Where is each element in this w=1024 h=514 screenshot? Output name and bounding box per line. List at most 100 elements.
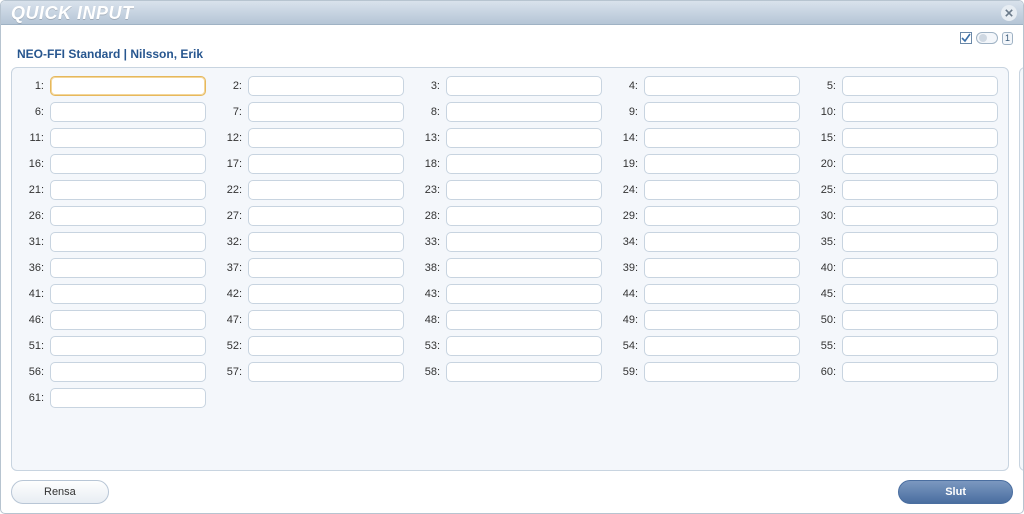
item-input-40[interactable] [842, 258, 998, 278]
item-cell: 14: [616, 128, 800, 148]
item-input-31[interactable] [50, 232, 206, 252]
toggle-switch[interactable] [976, 32, 998, 44]
item-label: 44: [616, 288, 638, 300]
item-input-60[interactable] [842, 362, 998, 382]
item-input-10[interactable] [842, 102, 998, 122]
item-input-16[interactable] [50, 154, 206, 174]
item-input-20[interactable] [842, 154, 998, 174]
item-label: 50: [814, 314, 836, 326]
item-input-50[interactable] [842, 310, 998, 330]
item-cell: 11: [22, 128, 206, 148]
item-input-2[interactable] [248, 76, 404, 96]
item-input-51[interactable] [50, 336, 206, 356]
item-input-27[interactable] [248, 206, 404, 226]
item-input-49[interactable] [644, 310, 800, 330]
item-input-9[interactable] [644, 102, 800, 122]
item-input-41[interactable] [50, 284, 206, 304]
item-input-5[interactable] [842, 76, 998, 96]
item-input-25[interactable] [842, 180, 998, 200]
item-input-35[interactable] [842, 232, 998, 252]
item-input-29[interactable] [644, 206, 800, 226]
item-input-11[interactable] [50, 128, 206, 148]
item-input-14[interactable] [644, 128, 800, 148]
item-input-24[interactable] [644, 180, 800, 200]
item-input-59[interactable] [644, 362, 800, 382]
item-input-43[interactable] [446, 284, 602, 304]
item-cell: 45: [814, 284, 998, 304]
item-input-54[interactable] [644, 336, 800, 356]
item-input-13[interactable] [446, 128, 602, 148]
item-input-42[interactable] [248, 284, 404, 304]
item-input-15[interactable] [842, 128, 998, 148]
item-input-28[interactable] [446, 206, 602, 226]
item-label: 14: [616, 132, 638, 144]
item-input-53[interactable] [446, 336, 602, 356]
item-input-23[interactable] [446, 180, 602, 200]
item-input-44[interactable] [644, 284, 800, 304]
item-input-52[interactable] [248, 336, 404, 356]
item-label: 30: [814, 210, 836, 222]
item-label: 54: [616, 340, 638, 352]
item-cell: 46: [22, 310, 206, 330]
item-cell: 49: [616, 310, 800, 330]
item-label: 7: [220, 106, 242, 118]
item-label: 51: [22, 340, 44, 352]
close-button[interactable] [1001, 5, 1017, 21]
item-label: 23: [418, 184, 440, 196]
item-cell: 22: [220, 180, 404, 200]
item-input-55[interactable] [842, 336, 998, 356]
item-input-39[interactable] [644, 258, 800, 278]
item-input-47[interactable] [248, 310, 404, 330]
item-cell: 24: [616, 180, 800, 200]
item-input-34[interactable] [644, 232, 800, 252]
item-input-21[interactable] [50, 180, 206, 200]
item-label: 25: [814, 184, 836, 196]
item-input-38[interactable] [446, 258, 602, 278]
item-input-33[interactable] [446, 232, 602, 252]
item-input-46[interactable] [50, 310, 206, 330]
item-input-48[interactable] [446, 310, 602, 330]
item-cell: 36: [22, 258, 206, 278]
item-input-12[interactable] [248, 128, 404, 148]
item-input-36[interactable] [50, 258, 206, 278]
item-input-56[interactable] [50, 362, 206, 382]
item-input-1[interactable] [50, 76, 206, 96]
item-cell: 31: [22, 232, 206, 252]
item-cell: 34: [616, 232, 800, 252]
item-label: 20: [814, 158, 836, 170]
item-input-4[interactable] [644, 76, 800, 96]
item-cell: 37: [220, 258, 404, 278]
checkbox-icon[interactable] [960, 32, 972, 44]
item-input-7[interactable] [248, 102, 404, 122]
close-icon [1005, 9, 1013, 17]
item-cell: 29: [616, 206, 800, 226]
item-input-26[interactable] [50, 206, 206, 226]
item-input-57[interactable] [248, 362, 404, 382]
item-cell: 30: [814, 206, 998, 226]
item-cell: 15: [814, 128, 998, 148]
item-input-19[interactable] [644, 154, 800, 174]
item-label: 13: [418, 132, 440, 144]
item-input-45[interactable] [842, 284, 998, 304]
item-cell: 6: [22, 102, 206, 122]
end-button[interactable]: Slut [898, 480, 1013, 504]
item-label: 17: [220, 158, 242, 170]
item-input-61[interactable] [50, 388, 206, 408]
item-input-6[interactable] [50, 102, 206, 122]
details-panel: Deltest Standard, Item 1: Går inte och o… [1019, 67, 1024, 471]
item-input-18[interactable] [446, 154, 602, 174]
item-input-32[interactable] [248, 232, 404, 252]
item-input-17[interactable] [248, 154, 404, 174]
item-input-37[interactable] [248, 258, 404, 278]
item-cell: 43: [418, 284, 602, 304]
item-label: 10: [814, 106, 836, 118]
item-input-58[interactable] [446, 362, 602, 382]
clear-button[interactable]: Rensa [11, 480, 109, 504]
item-label: 38: [418, 262, 440, 274]
form-title: NEO-FFI Standard | Nilsson, Erik [17, 47, 1009, 61]
item-input-22[interactable] [248, 180, 404, 200]
item-input-30[interactable] [842, 206, 998, 226]
item-cell: 48: [418, 310, 602, 330]
item-input-8[interactable] [446, 102, 602, 122]
item-input-3[interactable] [446, 76, 602, 96]
